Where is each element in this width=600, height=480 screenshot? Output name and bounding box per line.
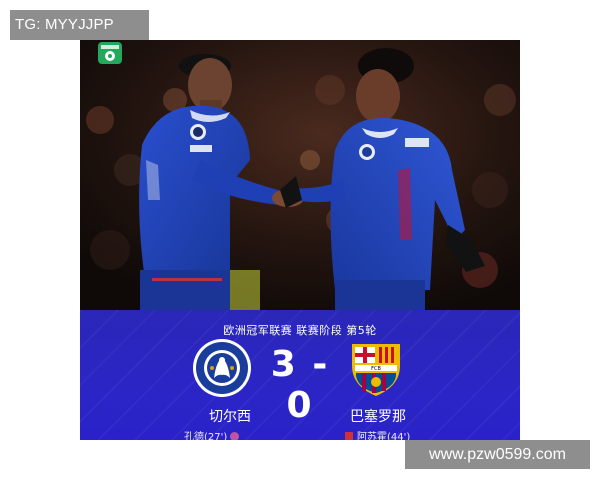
home-team-name: 切尔西	[209, 409, 251, 425]
away-team-name: 巴塞罗那	[350, 409, 406, 425]
away-scorer: 阿苏霍(44')	[345, 428, 410, 440]
svg-text:FCB: FCB	[371, 366, 381, 372]
chelsea-crest-icon	[193, 339, 251, 397]
app-logo-icon	[98, 42, 122, 64]
home-scorer-label: 孔德(27')	[184, 432, 228, 440]
home-scorer: 孔德(27')	[184, 428, 240, 440]
ball-icon	[230, 432, 240, 440]
score-panel: 欧洲冠军联赛 联赛阶段 第5轮 3 - 0 FCB 切尔西 巴塞罗那 孔德(27…	[80, 310, 520, 440]
flag-icon	[345, 432, 353, 440]
watermark-top: TG: MYYJJPP	[10, 10, 149, 40]
watermark-bottom: www.pzw0599.com	[405, 440, 590, 469]
away-scorer-label: 阿苏霍(44')	[357, 432, 411, 440]
competition-stage: 欧洲冠军联赛 联赛阶段 第5轮	[223, 324, 377, 337]
match-card: 欧洲冠军联赛 联赛阶段 第5轮 3 - 0 FCB 切尔西 巴塞罗那 孔德(27…	[80, 40, 520, 440]
celebration-photo	[80, 40, 520, 310]
barcelona-crest-icon: FCB	[352, 344, 400, 396]
